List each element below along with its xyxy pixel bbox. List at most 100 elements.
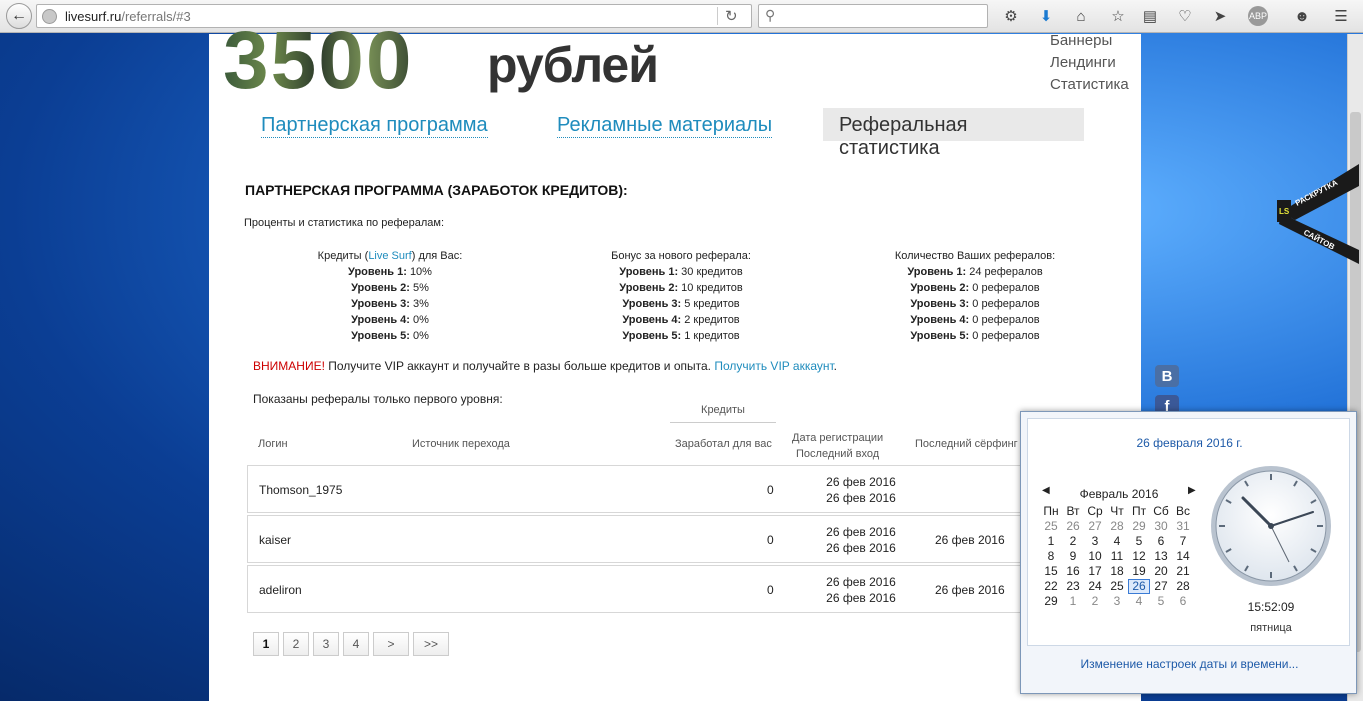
calendar-day[interactable]: 8 [1040,549,1062,564]
credits-head-pre: Кредиты ( [317,250,369,262]
calendar-day[interactable]: 16 [1062,564,1084,579]
row-dates: 26 фев 2016 26 фев 2016 [826,475,896,505]
count-level-3: Уровень 3: 0 рефералов [910,298,1040,310]
send-icon[interactable]: ➤ [1209,5,1231,27]
warning-end: . [833,359,838,373]
col-lastsurf[interactable]: Последний сёрфинг [915,438,1018,450]
page-3-button[interactable]: 3 [313,632,339,656]
calendar-day[interactable]: 25 [1106,579,1128,594]
calendar-day[interactable]: 28 [1106,519,1128,534]
analog-clock [1211,466,1331,586]
calendar-day[interactable]: 2 [1062,534,1084,549]
next-page-button[interactable]: > [373,632,409,656]
get-vip-link[interactable]: Получить VIP аккаунт [714,359,833,373]
row-login: Thomson_1975 [259,483,343,497]
calendar-day[interactable]: 27 [1084,519,1106,534]
reload-icon[interactable]: ↻ [725,7,738,25]
calendar-day[interactable]: 13 [1150,549,1172,564]
change-datetime-settings-link[interactable]: Изменение настроек даты и времени... [1021,657,1358,671]
menu-icon[interactable]: ☰ [1330,5,1352,27]
url-text[interactable]: livesurf.ru/referrals/#3 [65,9,191,24]
calendar-day[interactable]: 3 [1084,534,1106,549]
page-1-button[interactable]: 1 [253,632,279,656]
bookmark-star-icon[interactable]: ☆ [1107,5,1129,27]
calendar-day[interactable]: 5 [1150,594,1172,609]
calendar-day[interactable]: 6 [1172,594,1194,609]
live-surf-link[interactable]: Live Surf [368,250,411,262]
page-2-button[interactable]: 2 [283,632,309,656]
weekday-header: Вс [1175,504,1190,518]
calendar-month[interactable]: Февраль 2016 [1054,487,1184,501]
home-icon[interactable]: ⌂ [1070,5,1092,27]
hero-currency: рублей [487,37,659,93]
col-login[interactable]: Логин [258,438,288,450]
side-link-landings[interactable]: Лендинги [1050,52,1129,74]
calendar-day[interactable]: 6 [1150,534,1172,549]
download-icon[interactable]: ⬇ [1035,5,1057,27]
calendar-day[interactable]: 10 [1084,549,1106,564]
bookmarks-list-icon[interactable]: ▤ [1139,5,1161,27]
calendar-day[interactable]: 2 [1084,594,1106,609]
promo-ribbon[interactable]: LS РАСКРУТКА САЙТОВ [1277,164,1359,264]
section-title: ПАРТНЕРСКАЯ ПРОГРАММА (ЗАРАБОТОК КРЕДИТО… [245,182,628,198]
back-button[interactable]: ← [6,3,32,29]
calendar-day[interactable]: 26 [1062,519,1084,534]
calendar-day[interactable]: 4 [1128,594,1150,609]
last-page-button[interactable]: >> [413,632,449,656]
col-earned[interactable]: Заработал для вас [675,438,772,450]
calendar-day[interactable]: 18 [1106,564,1128,579]
page-4-button[interactable]: 4 [343,632,369,656]
pocket-icon[interactable]: ♡ [1174,5,1196,27]
calendar-day[interactable]: 5 [1128,534,1150,549]
tab-ad-materials[interactable]: Рекламные материалы [557,114,773,138]
search-bar[interactable]: ⚲ [758,4,988,28]
side-link-banners[interactable]: Баннеры [1050,30,1129,52]
calendar-day[interactable]: 28 [1172,579,1194,594]
calendar-day[interactable]: 7 [1172,534,1194,549]
col-dates[interactable]: Дата регистрации Последний вход [792,430,883,462]
prev-month-icon[interactable]: ◀ [1042,485,1050,496]
calendar-day[interactable]: 25 [1040,519,1062,534]
calendar-popup: 26 февраля 2016 г. ◀ Февраль 2016 ▶ Пн Вт… [1020,411,1357,694]
calendar-day[interactable]: 24 [1084,579,1106,594]
calendar-day[interactable]: 20 [1150,564,1172,579]
calendar-day[interactable]: 15 [1040,564,1062,579]
calendar-day[interactable]: 19 [1128,564,1150,579]
credits-level-1: Уровень 1: 10% [348,266,432,278]
tab-partner-program[interactable]: Партнерская программа [261,114,488,138]
tab-referral-stats[interactable]: Реферальная статистика [823,108,1084,159]
calendar-day[interactable]: 3 [1106,594,1128,609]
table-row: kaiser 0 26 фев 2016 26 фев 2016 26 фев 2… [247,515,1047,563]
calendar-day[interactable]: 9 [1062,549,1084,564]
next-month-icon[interactable]: ▶ [1188,485,1196,496]
calendar-day[interactable]: 30 [1150,519,1172,534]
calendar-day[interactable]: 17 [1084,564,1106,579]
calendar-day[interactable]: 21 [1172,564,1194,579]
count-level-5: Уровень 5: 0 рефералов [910,330,1040,342]
vk-share-button[interactable]: В [1155,365,1179,387]
calendar-day[interactable]: 29 [1128,519,1150,534]
calendar-day[interactable]: 23 [1062,579,1084,594]
search-icon: ⚲ [765,7,776,23]
globe-icon [42,9,57,24]
weekday-header: Пн [1043,504,1059,518]
calendar-day[interactable]: 1 [1040,534,1062,549]
calendar-day[interactable]: 22 [1040,579,1062,594]
addon-icon[interactable]: ⚙ [1000,5,1022,27]
calendar-full-date[interactable]: 26 февраля 2016 г. [1028,436,1351,450]
abp-icon[interactable]: ABP [1248,6,1268,26]
credits-group-header: Кредиты [670,404,776,423]
calendar-day[interactable]: 31 [1172,519,1194,534]
calendar-day[interactable]: 4 [1106,534,1128,549]
calendar-day[interactable]: 14 [1172,549,1194,564]
calendar-day[interactable]: 29 [1040,594,1062,609]
col-source[interactable]: Источник перехода [412,438,510,450]
calendar-day[interactable]: 11 [1106,549,1128,564]
calendar-day-today[interactable]: 26 [1128,579,1150,594]
calendar-day[interactable]: 12 [1128,549,1150,564]
chat-icon[interactable]: ☻ [1291,5,1313,27]
calendar-grid: Пн Вт Ср Чт Пт Сб Вс 25 26 27 28 29 30 31 1 2 3 4 5 6 7 8 9 10 1… [1040,504,1194,609]
side-link-stats[interactable]: Статистика [1050,74,1129,96]
calendar-day[interactable]: 27 [1150,579,1172,594]
calendar-day[interactable]: 1 [1062,594,1084,609]
